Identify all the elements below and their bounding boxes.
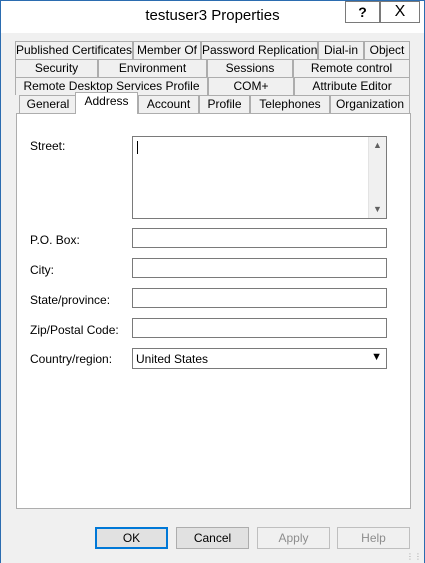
tab-member-of[interactable]: Member Of: [133, 41, 201, 59]
tab-organization[interactable]: Organization: [330, 95, 410, 113]
state-input[interactable]: [132, 288, 387, 308]
close-icon: X: [394, 3, 406, 20]
apply-button[interactable]: Apply: [257, 527, 330, 549]
tab-password-replication[interactable]: Password Replication: [201, 41, 318, 59]
city-input[interactable]: [132, 258, 387, 278]
po-box-label: P.O. Box:: [30, 233, 80, 247]
help-button[interactable]: Help: [337, 527, 410, 549]
chevron-down-icon: ▼: [371, 351, 382, 363]
tab-dial-in[interactable]: Dial-in: [318, 41, 364, 59]
cancel-button[interactable]: Cancel: [176, 527, 249, 549]
resize-grip-icon[interactable]: ⋮⋮: [406, 552, 422, 561]
country-select[interactable]: United States ▼: [132, 348, 387, 369]
button-bar: OK Cancel Apply Help ⋮⋮: [1, 519, 424, 563]
text-caret: [137, 141, 138, 154]
street-scrollbar[interactable]: ▲ ▼: [368, 137, 386, 218]
zip-label: Zip/Postal Code:: [30, 323, 119, 337]
tab-attribute-editor[interactable]: Attribute Editor: [294, 77, 410, 95]
help-icon: ?: [358, 4, 367, 20]
tab-profile[interactable]: Profile: [199, 95, 250, 113]
state-label: State/province:: [30, 293, 111, 307]
tab-account[interactable]: Account: [138, 95, 199, 113]
city-label: City:: [30, 263, 54, 277]
scroll-down-icon[interactable]: ▼: [369, 201, 386, 218]
tab-remote-control[interactable]: Remote control: [293, 59, 410, 77]
street-label: Street:: [30, 139, 66, 153]
tab-published-certificates[interactable]: Published Certificates: [15, 41, 133, 59]
street-textarea[interactable]: ▲ ▼: [132, 136, 387, 219]
tab-com-plus[interactable]: COM+: [208, 77, 294, 95]
address-panel: Street: ▲ ▼ P.O. Box: City: State/provin…: [16, 113, 411, 509]
zip-input[interactable]: [132, 318, 387, 338]
tab-general[interactable]: General: [19, 95, 77, 113]
country-value: United States: [136, 352, 209, 366]
ok-button[interactable]: OK: [95, 527, 168, 549]
help-title-button[interactable]: ?: [345, 1, 380, 23]
title-bar: testuser3 Properties ? X: [1, 1, 424, 33]
tab-environment[interactable]: Environment: [98, 59, 207, 77]
tab-telephones[interactable]: Telephones: [250, 95, 330, 113]
tab-security[interactable]: Security: [15, 59, 98, 77]
country-label: Country/region:: [30, 352, 113, 366]
scroll-up-icon[interactable]: ▲: [369, 137, 386, 154]
tab-address[interactable]: Address: [75, 92, 138, 114]
close-title-button[interactable]: X: [380, 1, 420, 23]
po-box-input[interactable]: [132, 228, 387, 248]
tab-sessions[interactable]: Sessions: [207, 59, 293, 77]
tab-strip: Published Certificates Member Of Passwor…: [1, 33, 424, 115]
properties-dialog: testuser3 Properties ? X Published Certi…: [0, 0, 425, 563]
tab-object[interactable]: Object: [364, 41, 410, 59]
